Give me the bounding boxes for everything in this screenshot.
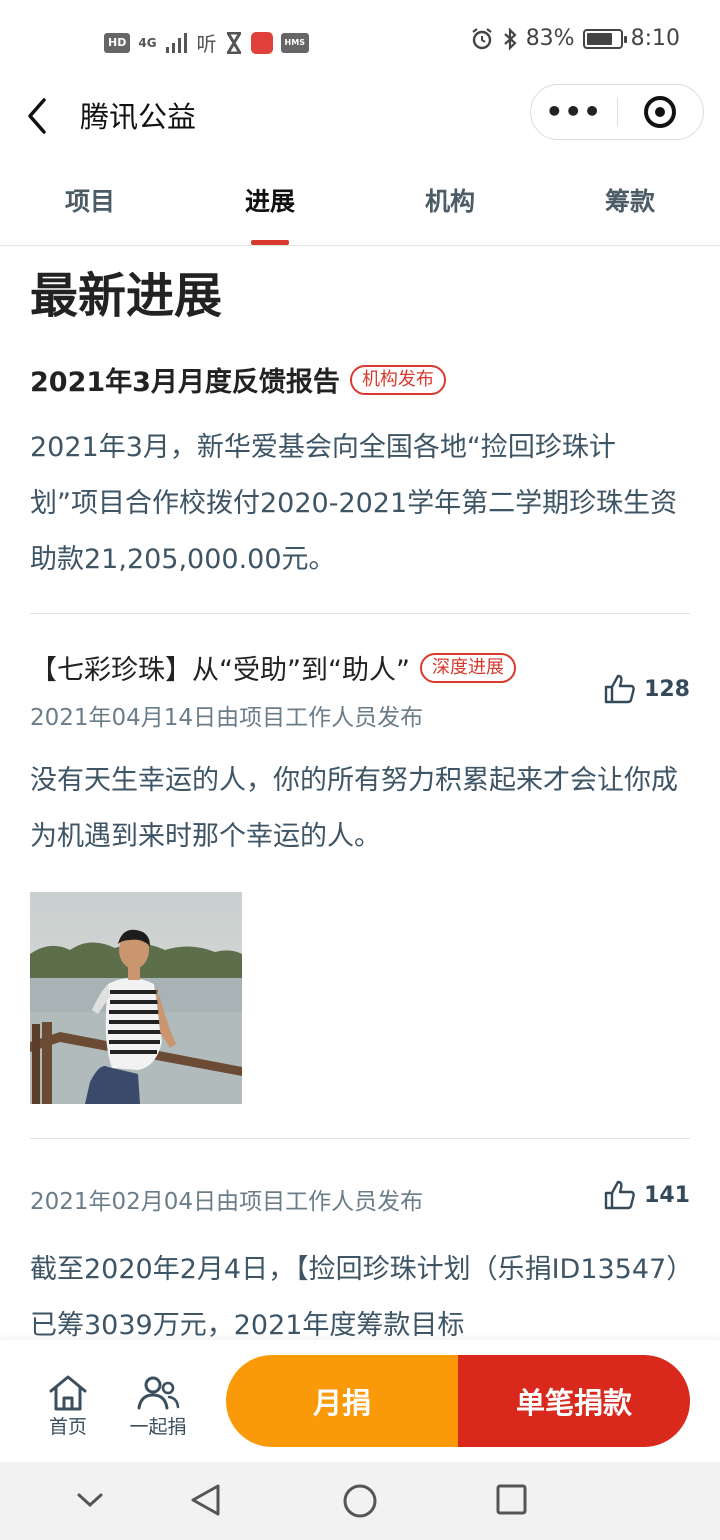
post-meta: 2021年02月04日由项目工作人员发布	[30, 1189, 424, 1215]
tab-label: 进展	[244, 187, 295, 216]
post-body[interactable]: 截至2020年2月4日，【捡回珍珠计划（乐捐ID13547）已筹3039万元，2…	[30, 1242, 680, 1354]
photo-image	[30, 892, 242, 1104]
tab-progress[interactable]: 进展	[180, 160, 360, 245]
bluetooth-icon	[503, 26, 517, 51]
tab-project[interactable]: 项目	[0, 160, 180, 245]
battery-icon	[582, 28, 627, 49]
status-right: 83% 8:10	[470, 26, 680, 51]
close-button[interactable]	[618, 96, 704, 128]
monthly-donate-button[interactable]: 月捐	[226, 1355, 458, 1447]
battery-percent: 83%	[525, 26, 575, 51]
tab-active-indicator	[251, 240, 289, 245]
more-button[interactable]: •••	[531, 98, 617, 126]
system-nav-bar	[0, 1462, 720, 1540]
single-donate-button[interactable]: 单笔捐款	[458, 1355, 690, 1447]
recents-square-icon[interactable]	[495, 1482, 529, 1518]
group-icon	[137, 1376, 180, 1410]
mini-program-capsule: •••	[530, 84, 704, 140]
tab-label: 项目	[64, 187, 115, 216]
chevron-left-icon	[28, 98, 46, 134]
divider	[30, 1138, 690, 1139]
back-triangle-icon[interactable]	[188, 1482, 224, 1518]
tab-fundraising[interactable]: 筹款	[540, 160, 720, 245]
section-title: 最新进展	[30, 268, 223, 324]
post-title[interactable]: 2021年3月月度反馈报告 机构发布	[30, 360, 446, 399]
back-button[interactable]	[22, 90, 62, 140]
status-bar: HD 4G 听 HMS 83% 8:10	[0, 0, 720, 84]
alarm-icon	[472, 27, 492, 49]
listen-icon: 听	[196, 32, 217, 56]
home-circle-icon[interactable]	[341, 1482, 379, 1520]
status-left: HD 4G 听 HMS	[104, 28, 309, 57]
notification-book-icon	[250, 31, 273, 54]
battery-fill	[586, 32, 613, 45]
tab-bar: 项目 进展 机构 筹款	[0, 160, 720, 246]
page-title: 腾讯公益	[80, 100, 197, 134]
like-button[interactable]: 141	[604, 1180, 690, 1210]
post-body[interactable]: 没有天生幸运的人，你的所有努力积累起来才会让你成为机遇到来时那个幸运的人。	[30, 753, 690, 865]
hms-icon: HMS	[280, 32, 309, 53]
signal-icon	[165, 32, 187, 53]
divider	[30, 613, 690, 614]
post-title[interactable]: 【七彩珍珠】从“受助”到“助人” 深度进展	[30, 648, 516, 687]
donate-buttons: 月捐 单笔捐款	[226, 1355, 690, 1447]
home-icon	[49, 1375, 87, 1411]
network-4g-icon: 4G	[138, 35, 157, 50]
tab-organization[interactable]: 机构	[360, 160, 540, 245]
post-title-text: 2021年3月月度反馈报告	[30, 367, 340, 398]
like-count: 128	[644, 676, 690, 702]
post-tag: 机构发布	[349, 364, 446, 395]
post-photo[interactable]	[30, 892, 242, 1104]
post-meta: 2021年04月14日由项目工作人员发布	[30, 705, 424, 731]
post-body[interactable]: 2021年3月，新华爱基会向全国各地“捡回珍珠计划”项目合作校拨付2020-20…	[30, 420, 680, 588]
together-icon-wrap	[118, 1366, 198, 1412]
app-header: 腾讯公益 •••	[0, 84, 720, 154]
like-button[interactable]: 128	[604, 674, 690, 704]
together-label: 一起捐	[129, 1416, 187, 1438]
home-icon-wrap	[28, 1366, 108, 1412]
hd-icon: HD	[104, 32, 131, 53]
hourglass-icon	[226, 31, 241, 54]
tab-label: 筹款	[604, 187, 655, 216]
like-count: 141	[644, 1182, 690, 1208]
together-button[interactable]: 一起捐	[118, 1366, 198, 1439]
bottom-action-bar: 首页 一起捐 月捐 单笔捐款	[0, 1340, 720, 1462]
thumbs-up-icon	[604, 1180, 635, 1210]
clock: 8:10	[630, 26, 680, 51]
close-target-icon	[644, 96, 677, 128]
chevron-down-icon[interactable]	[74, 1482, 106, 1518]
home-label: 首页	[48, 1416, 87, 1438]
home-button[interactable]: 首页	[28, 1366, 108, 1439]
thumbs-up-icon	[604, 674, 635, 704]
post-title-text: 【七彩珍珠】从“受助”到“助人”	[30, 655, 410, 686]
post-tag: 深度进展	[419, 652, 516, 683]
tab-label: 机构	[424, 187, 475, 216]
